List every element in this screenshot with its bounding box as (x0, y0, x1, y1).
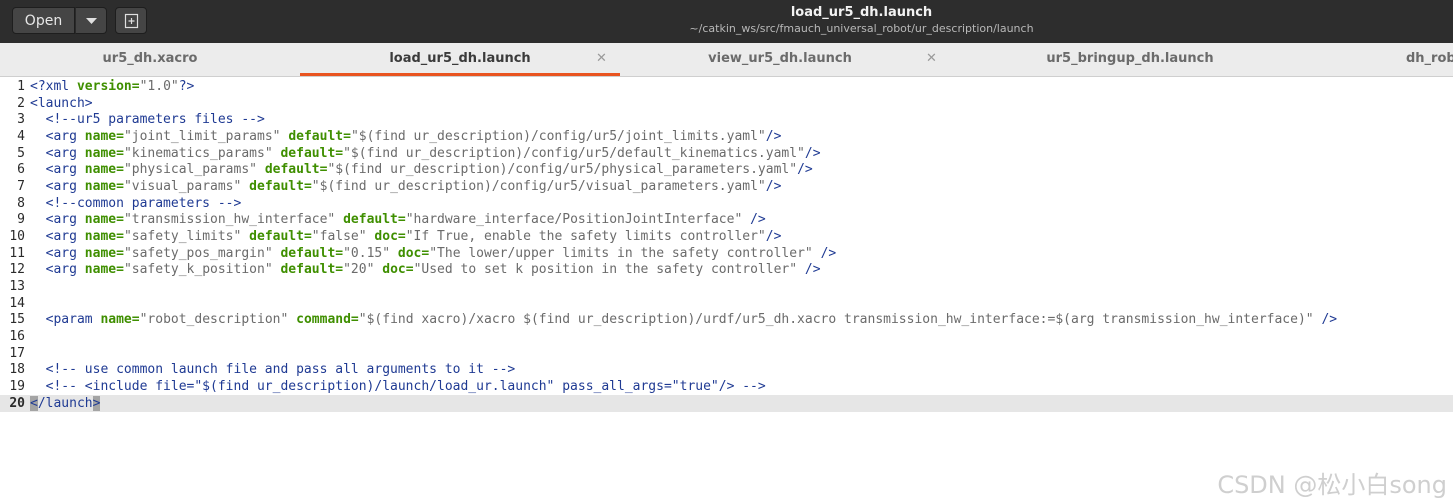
code-line: 9 <arg name="transmission_hw_interface" … (0, 211, 1453, 228)
code-line: 18 <!-- use common launch file and pass … (0, 361, 1453, 378)
code-text: <!-- use common launch file and pass all… (30, 362, 516, 377)
line-number: 18 (9, 362, 25, 377)
code-line: 2 <launch> (0, 95, 1453, 112)
code-line: 4 <arg name="joint_limit_params" default… (0, 128, 1453, 145)
line-number: 6 (17, 162, 25, 177)
tab-label: load_ur5_dh.launch (389, 51, 531, 66)
code-line: 12 <arg name="safety_k_position" default… (0, 261, 1453, 278)
code-text: <arg name="visual_params" default="$(fin… (30, 179, 782, 194)
line-number: 1 (17, 79, 25, 94)
window-title: load_ur5_dh.launch (790, 5, 933, 20)
code-text: <!-- <include file="$(find ur_descriptio… (30, 379, 766, 394)
code-line: 15 <param name="robot_description" comma… (0, 311, 1453, 328)
tab-load-ur5-dh-launch[interactable]: load_ur5_dh.launch ✕ (300, 43, 620, 76)
close-icon[interactable]: ✕ (926, 51, 937, 66)
code-text: <!--common parameters --> (30, 196, 242, 211)
line-number: 2 (17, 96, 25, 111)
code-line: 13 (0, 278, 1453, 295)
matching-bracket-highlight: > (92, 396, 101, 411)
tab-label: dh_rob (1406, 51, 1453, 66)
code-line: 1 <?xml version="1.0"?> (0, 78, 1453, 95)
line-number: 8 (17, 196, 25, 211)
code-text: </launch> (30, 396, 101, 411)
line-number: 20 (9, 396, 25, 411)
code-line: 3 <!--ur5 parameters files --> (0, 111, 1453, 128)
code-text: <param name="robot_description" command=… (30, 312, 1338, 327)
tab-view-ur5-dh-launch[interactable]: view_ur5_dh.launch ✕ (620, 43, 940, 76)
code-text: <arg name="safety_k_position" default="2… (30, 262, 821, 277)
line-number: 16 (9, 329, 25, 344)
code-text: <arg name="physical_params" default="$(f… (30, 162, 813, 177)
line-number: 9 (17, 212, 25, 227)
current-code-line: 20 </launch> (0, 395, 1453, 412)
code-line: 6 <arg name="physical_params" default="$… (0, 161, 1453, 178)
code-line: 14 (0, 295, 1453, 312)
line-number: 11 (9, 246, 25, 261)
code-text: <arg name="safety_pos_margin" default="0… (30, 246, 837, 261)
line-number: 5 (17, 146, 25, 161)
watermark: CSDN @松小白song (1217, 471, 1447, 499)
code-line: 5 <arg name="kinematics_params" default=… (0, 145, 1453, 162)
tab-label: ur5_dh.xacro (102, 51, 198, 66)
code-line: 7 <arg name="visual_params" default="$(f… (0, 178, 1453, 195)
line-number: 3 (17, 112, 25, 127)
header-bar: Open load_ur5_dh.launch ~/catkin_ws/src/… (0, 0, 1453, 43)
tab-dh-rob[interactable]: dh_rob (1320, 43, 1453, 76)
line-number: 15 (9, 312, 25, 327)
code-text: <arg name="transmission_hw_interface" de… (30, 212, 766, 227)
tab-label: view_ur5_dh.launch (708, 51, 852, 66)
line-number: 12 (9, 262, 25, 277)
line-number: 17 (9, 346, 25, 361)
tab-bar: ur5_dh.xacro load_ur5_dh.launch ✕ view_u… (0, 43, 1453, 77)
line-number: 7 (17, 179, 25, 194)
code-line: 11 <arg name="safety_pos_margin" default… (0, 245, 1453, 262)
tab-ur5-bringup-dh-launch[interactable]: ur5_bringup_dh.launch (940, 43, 1320, 76)
code-text: <?xml version="1.0"?> (30, 79, 195, 94)
code-text: <launch> (30, 96, 93, 111)
code-text: <!--ur5 parameters files --> (30, 112, 265, 127)
code-line: 17 (0, 345, 1453, 362)
code-line: 19 <!-- <include file="$(find ur_descrip… (0, 378, 1453, 395)
window-subtitle-path: ~/catkin_ws/src/fmauch_universal_robot/u… (689, 22, 1034, 35)
code-text: <arg name="kinematics_params" default="$… (30, 146, 821, 161)
line-number: 13 (9, 279, 25, 294)
code-text: <arg name="safety_limits" default="false… (30, 229, 782, 244)
line-number: 10 (9, 229, 25, 244)
line-number: 19 (9, 379, 25, 394)
line-number: 4 (17, 129, 25, 144)
code-editor[interactable]: 1 <?xml version="1.0"?> 2 <launch> 3 <!--u… (0, 77, 1453, 499)
line-number: 14 (9, 296, 25, 311)
matching-bracket-highlight: < (30, 396, 38, 411)
active-tab-indicator (300, 73, 620, 76)
code-line: 8 <!--common parameters --> (0, 195, 1453, 212)
tab-label: ur5_bringup_dh.launch (1046, 51, 1214, 66)
code-line: 10 <arg name="safety_limits" default="fa… (0, 228, 1453, 245)
code-text: <arg name="joint_limit_params" default="… (30, 129, 782, 144)
code-line: 16 (0, 328, 1453, 345)
close-icon[interactable]: ✕ (596, 51, 607, 66)
tab-ur5-dh-xacro[interactable]: ur5_dh.xacro (0, 43, 300, 76)
